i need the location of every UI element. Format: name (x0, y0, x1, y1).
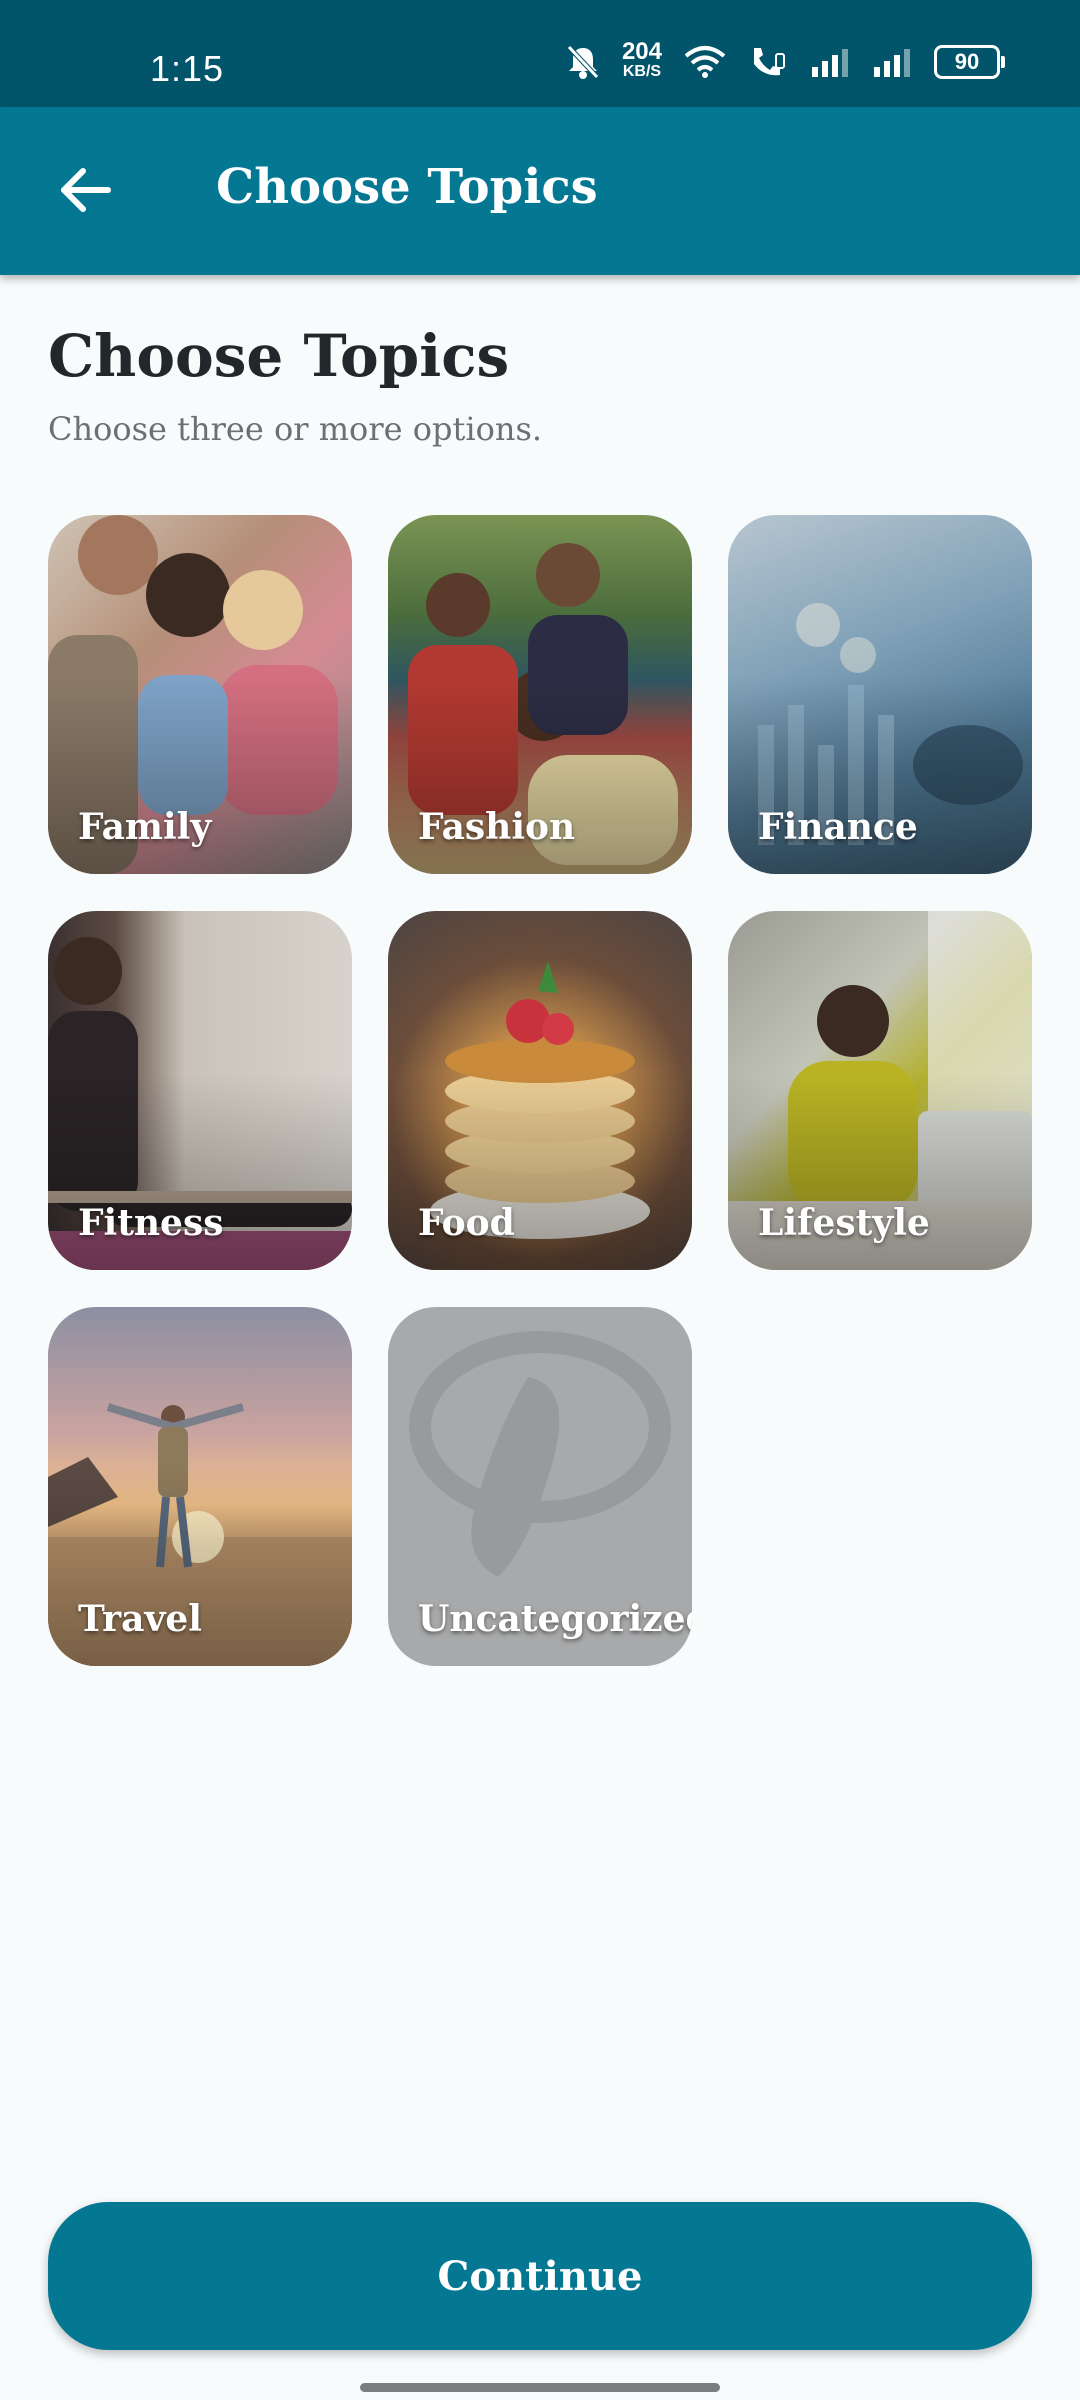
wifi-calling-icon (748, 44, 788, 80)
back-button[interactable] (50, 157, 120, 227)
topic-label: Travel (78, 1598, 202, 1640)
topic-tile-uncategorized[interactable]: Uncategorized (388, 1307, 692, 1666)
network-speed: 204 KB/S (622, 40, 662, 82)
topic-label: Lifestyle (758, 1202, 930, 1244)
topic-label: Fashion (418, 806, 576, 848)
app-bar: Choose Topics (0, 107, 1080, 275)
topic-tile-fitness[interactable]: Fitness (48, 911, 352, 1270)
status-icons: 204 KB/S 90 (566, 40, 1005, 84)
topic-tile-travel[interactable]: Travel (48, 1307, 352, 1666)
network-speed-unit: KB/S (622, 63, 662, 80)
topic-label: Family (78, 806, 212, 848)
topic-tile-family[interactable]: Family (48, 515, 352, 874)
topic-tile-fashion[interactable]: Fashion (388, 515, 692, 874)
network-speed-value: 204 (621, 38, 662, 65)
topic-label: Uncategorized (418, 1598, 692, 1640)
topic-grid: Family Fashion Finance Fitness Food Life… (48, 515, 1032, 1666)
bell-muted-icon (566, 44, 600, 80)
topic-label: Food (418, 1202, 515, 1244)
signal-icon-2 (872, 47, 912, 77)
page-subtitle: Choose three or more options. (48, 410, 543, 448)
wifi-icon (684, 45, 726, 79)
signal-icon (810, 47, 850, 77)
topic-label: Fitness (78, 1202, 224, 1244)
continue-button[interactable]: Continue (48, 2202, 1032, 2350)
topic-tile-food[interactable]: Food (388, 911, 692, 1270)
topic-tile-finance[interactable]: Finance (728, 515, 1032, 874)
app-bar-title: Choose Topics (216, 159, 598, 215)
status-bar: 1:15 204 KB/S 90 (0, 0, 1080, 107)
arrow-left-icon (58, 167, 112, 217)
topic-tile-lifestyle[interactable]: Lifestyle (728, 911, 1032, 1270)
battery-indicator: 90 (934, 45, 1005, 79)
status-time: 1:15 (150, 48, 225, 89)
home-indicator[interactable] (360, 2383, 720, 2392)
page-heading: Choose Topics (48, 322, 510, 390)
topic-label: Finance (758, 806, 918, 848)
